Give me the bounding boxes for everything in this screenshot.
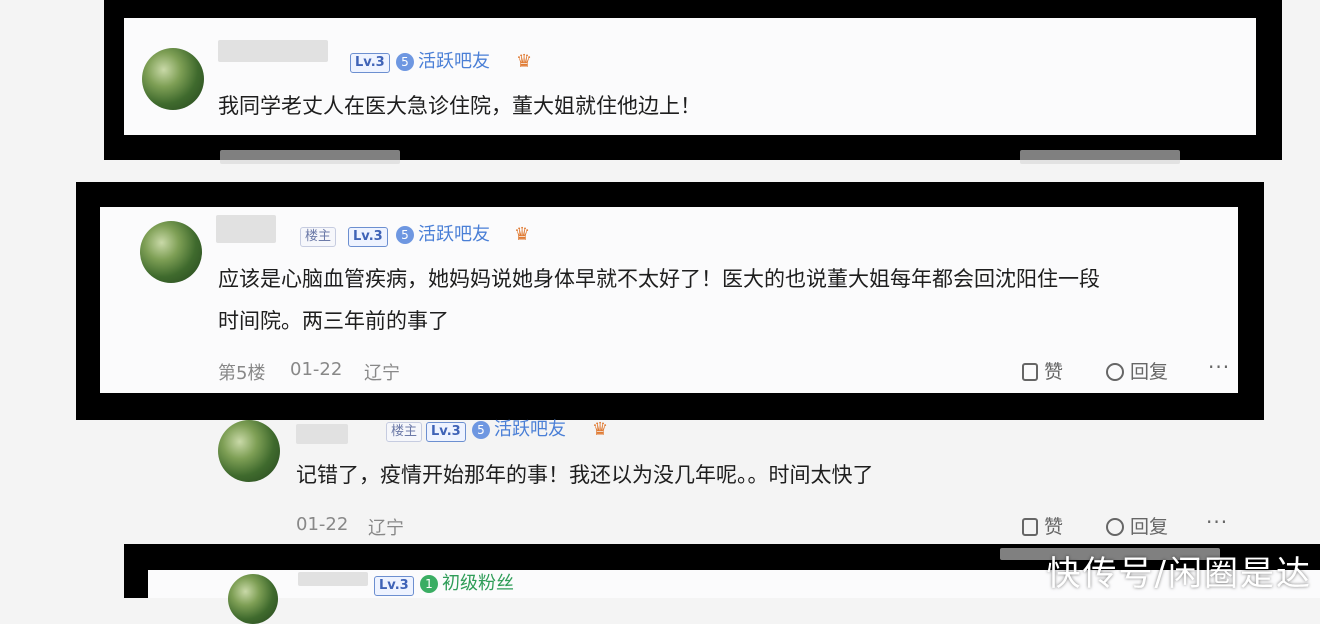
username-blurred[interactable]	[216, 215, 276, 243]
tag-number: 5	[472, 421, 490, 439]
tag-label: 初级粉丝	[442, 573, 514, 594]
member-tag: 5 活跃吧友	[472, 419, 566, 441]
faded-meta-row	[220, 150, 400, 164]
reply-label: 回复	[1130, 516, 1169, 538]
op-badge: 楼主	[300, 227, 337, 247]
username-blurred[interactable]	[298, 572, 368, 586]
comment-card-2: 楼主 Lv.3 5 活跃吧友 ♛ 应该是心脑血管疾病，她妈妈说她身体早就不太好了！…	[100, 207, 1238, 393]
reply-label: 回复	[1130, 361, 1169, 383]
tag-number: 1	[420, 575, 438, 593]
like-label: 赞	[1044, 361, 1064, 383]
level-badge: Lv.3	[348, 227, 388, 247]
reply-button[interactable]: 回复	[1106, 512, 1168, 539]
avatar[interactable]	[228, 574, 278, 624]
post-location: 辽宁	[364, 363, 400, 384]
comment-text-line1: 应该是心脑血管疾病，她妈妈说她身体早就不太好了！医大的也说董大姐每年都会回沈阳住…	[218, 267, 1100, 291]
level-badge: Lv.3	[350, 53, 390, 73]
tag-number: 5	[396, 226, 414, 244]
tag-label: 活跃吧友	[494, 419, 566, 440]
more-button[interactable]: ···	[1206, 510, 1228, 534]
avatar[interactable]	[142, 48, 204, 110]
member-tag: 5 活跃吧友	[396, 51, 490, 73]
tag-number: 5	[396, 53, 414, 71]
thumb-up-icon	[1022, 363, 1038, 381]
watermark: 快传号/闲圈是达	[1046, 554, 1312, 594]
floor-number: 第5楼	[218, 363, 266, 384]
medal-icon: ♛	[592, 419, 609, 440]
comment-text-line2: 时间院。两三年前的事了	[218, 309, 449, 333]
level-badge: Lv.3	[426, 422, 466, 442]
comment-card-1: Lv.3 5 活跃吧友 ♛ 我同学老丈人在医大急诊住院，董大姐就住他边上！	[124, 18, 1256, 135]
avatar[interactable]	[140, 221, 202, 283]
member-tag: 5 活跃吧友	[396, 224, 490, 246]
avatar[interactable]	[218, 420, 280, 482]
post-location: 辽宁	[368, 518, 404, 539]
medal-icon: ♛	[514, 224, 531, 245]
reply-icon	[1106, 518, 1124, 536]
faded-action-row	[1020, 150, 1180, 164]
like-button[interactable]: 赞	[1022, 357, 1063, 384]
like-label: 赞	[1044, 516, 1064, 538]
thumb-up-icon	[1022, 518, 1038, 536]
medal-icon: ♛	[516, 51, 533, 72]
more-button[interactable]: ···	[1208, 355, 1230, 379]
tag-label: 活跃吧友	[418, 51, 490, 72]
level-badge: Lv.3	[374, 576, 414, 596]
post-date: 01-22	[290, 359, 343, 380]
reply-button[interactable]: 回复	[1106, 357, 1168, 384]
username-blurred[interactable]	[296, 424, 348, 444]
member-tag: 1 初级粉丝	[420, 573, 514, 595]
comment-text: 记错了，疫情开始那年的事！我还以为没几年呢。。时间太快了	[296, 463, 874, 487]
tag-label: 活跃吧友	[418, 224, 490, 245]
post-date: 01-22	[296, 514, 349, 535]
reply-icon	[1106, 363, 1124, 381]
like-button[interactable]: 赞	[1022, 512, 1063, 539]
username-blurred[interactable]	[218, 40, 328, 62]
op-badge: 楼主	[386, 422, 423, 442]
comment-text: 我同学老丈人在医大急诊住院，董大姐就住他边上！	[218, 94, 701, 118]
